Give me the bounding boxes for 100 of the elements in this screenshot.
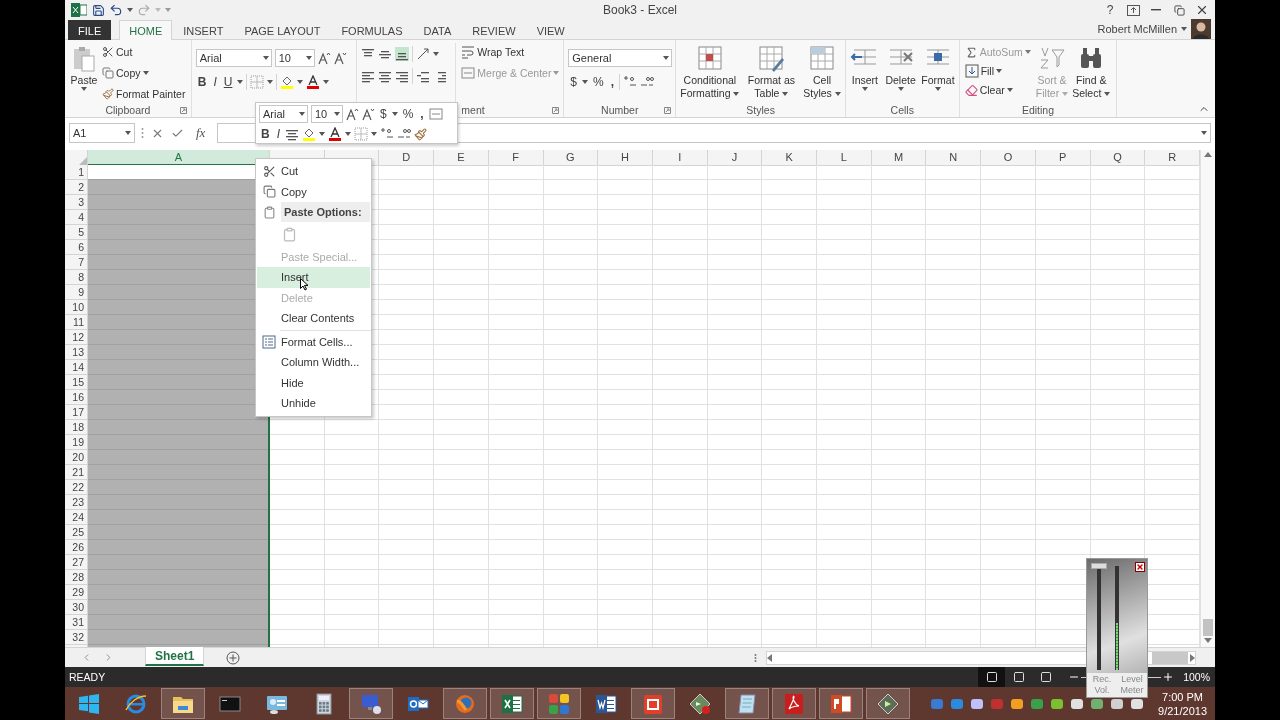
column-header[interactable]: K: [762, 150, 818, 166]
column-header[interactable]: R: [1145, 150, 1200, 166]
column-header[interactable]: I: [652, 150, 708, 166]
percent-button[interactable]: %: [591, 73, 606, 91]
row-header[interactable]: 1: [65, 165, 87, 180]
styles-button[interactable]: Cell Styles: [803, 43, 841, 102]
row-header[interactable]: 4: [65, 210, 87, 225]
row-header[interactable]: 5: [65, 225, 87, 240]
clock[interactable]: 7:00 PM 9/21/2013: [1158, 689, 1207, 718]
zoom-level[interactable]: 100%: [1175, 671, 1215, 683]
paste-button[interactable]: Paste: [69, 43, 99, 103]
font-name-field[interactable]: Arial: [195, 49, 272, 67]
italic-button[interactable]: I: [211, 73, 219, 91]
row-header[interactable]: 6: [65, 240, 87, 255]
styles-button[interactable]: Conditional Formatting: [680, 43, 740, 102]
grow-font-icon[interactable]: [346, 107, 359, 121]
row-header[interactable]: 3: [65, 195, 87, 210]
tray-icon[interactable]: [1130, 696, 1145, 711]
fill-color-icon[interactable]: [280, 75, 295, 89]
cells-button[interactable]: Insert: [849, 43, 880, 102]
row-header[interactable]: 32: [65, 630, 87, 645]
ribbon-tab[interactable]: DATA: [413, 20, 462, 40]
font-name-field[interactable]: Arial: [259, 105, 308, 123]
taskbar-button[interactable]: [725, 688, 769, 719]
font-size-field[interactable]: 10: [274, 49, 315, 67]
decrease-indent-icon[interactable]: [416, 69, 431, 83]
column-header[interactable]: O: [981, 150, 1036, 166]
wrap-text-button[interactable]: Wrap Text: [460, 43, 561, 61]
scrollbar-thumb[interactable]: [1203, 619, 1213, 636]
taskbar-button[interactable]: [349, 688, 393, 719]
row-header[interactable]: 8: [65, 270, 87, 285]
grow-font-icon[interactable]: [317, 51, 331, 65]
cells-button[interactable]: Format: [921, 43, 955, 102]
align-center-icon[interactable]: [285, 127, 299, 141]
column-header[interactable]: P: [1035, 150, 1091, 166]
name-box[interactable]: A1: [69, 123, 135, 143]
menu-item[interactable]: Column Width...: [257, 352, 370, 373]
row-header[interactable]: 14: [65, 360, 87, 375]
column-header[interactable]: D: [379, 150, 435, 166]
row-header[interactable]: 12: [65, 330, 87, 345]
cells-button[interactable]: Delete: [885, 43, 916, 102]
undo-button[interactable]: [109, 2, 123, 18]
column-header[interactable]: M: [871, 150, 927, 166]
number-format-field[interactable]: General: [568, 49, 673, 67]
currency-button[interactable]: $: [568, 73, 579, 91]
align-left-icon[interactable]: [361, 69, 376, 83]
comma-button[interactable]: ,: [418, 105, 426, 123]
clear-button[interactable]: Clear: [963, 81, 1032, 99]
orientation-icon[interactable]: [416, 47, 431, 61]
menu-item[interactable]: Hide: [257, 372, 370, 393]
ribbon-tab[interactable]: FORMULAS: [331, 20, 413, 40]
row-header[interactable]: 21: [65, 465, 87, 480]
format-painter-button[interactable]: Format Painter: [101, 85, 187, 103]
taskbar-button[interactable]: [819, 688, 863, 719]
scroll-right-icon[interactable]: [1190, 653, 1195, 662]
italic-button[interactable]: I: [274, 125, 282, 143]
percent-button[interactable]: %: [400, 105, 416, 123]
row-header[interactable]: 15: [65, 375, 87, 390]
shrink-font-icon[interactable]: [333, 51, 347, 65]
row-header[interactable]: 7: [65, 255, 87, 270]
align-right-icon[interactable]: [395, 69, 410, 83]
ribbon-display-button[interactable]: [1126, 2, 1140, 18]
row-header[interactable]: 22: [65, 480, 87, 495]
help-button[interactable]: ?: [1103, 2, 1117, 18]
row-header[interactable]: 28: [65, 570, 87, 585]
row-header[interactable]: 31: [65, 615, 87, 630]
cut-button[interactable]: Cut: [101, 43, 187, 61]
close-button[interactable]: [1135, 562, 1145, 572]
bold-button[interactable]: B: [195, 73, 209, 91]
font-color-icon[interactable]: [328, 127, 342, 141]
tray-icon[interactable]: [1050, 696, 1065, 711]
taskbar-button[interactable]: [866, 688, 910, 719]
increase-decimal-icon[interactable]: [623, 75, 637, 89]
row-header[interactable]: 9: [65, 285, 87, 300]
row-header[interactable]: 25: [65, 525, 87, 540]
copy-button[interactable]: Copy: [101, 64, 187, 82]
column-header[interactable]: N: [926, 150, 982, 166]
font-color-icon[interactable]: [306, 75, 321, 89]
ribbon-tab[interactable]: VIEW: [526, 20, 575, 40]
tray-icon[interactable]: [1110, 696, 1125, 711]
slider-thumb[interactable]: [1091, 563, 1107, 569]
taskbar-button[interactable]: [537, 688, 581, 719]
normal-view-button[interactable]: [978, 667, 1006, 687]
row-header[interactable]: 16: [65, 390, 87, 405]
tray-icon[interactable]: [1070, 696, 1085, 711]
grip-icon[interactable]: [754, 652, 757, 663]
user-name[interactable]: Robert McMillen: [1097, 23, 1177, 35]
insert-function-button[interactable]: fx: [190, 125, 212, 141]
column-header[interactable]: A: [88, 150, 270, 166]
row-header[interactable]: 18: [65, 420, 87, 435]
dialog-launcher-icon[interactable]: [664, 107, 672, 114]
underline-button[interactable]: U: [221, 73, 235, 91]
decrease-decimal-icon[interactable]: [397, 127, 411, 141]
ribbon-tab[interactable]: INSERT: [173, 20, 234, 40]
row-header[interactable]: 2: [65, 180, 87, 195]
row-header[interactable]: 13: [65, 345, 87, 360]
column-header[interactable]: G: [543, 150, 599, 166]
row-header[interactable]: 19: [65, 435, 87, 450]
menu-item[interactable]: Clear Contents: [257, 308, 370, 329]
column-header[interactable]: F: [488, 150, 544, 166]
